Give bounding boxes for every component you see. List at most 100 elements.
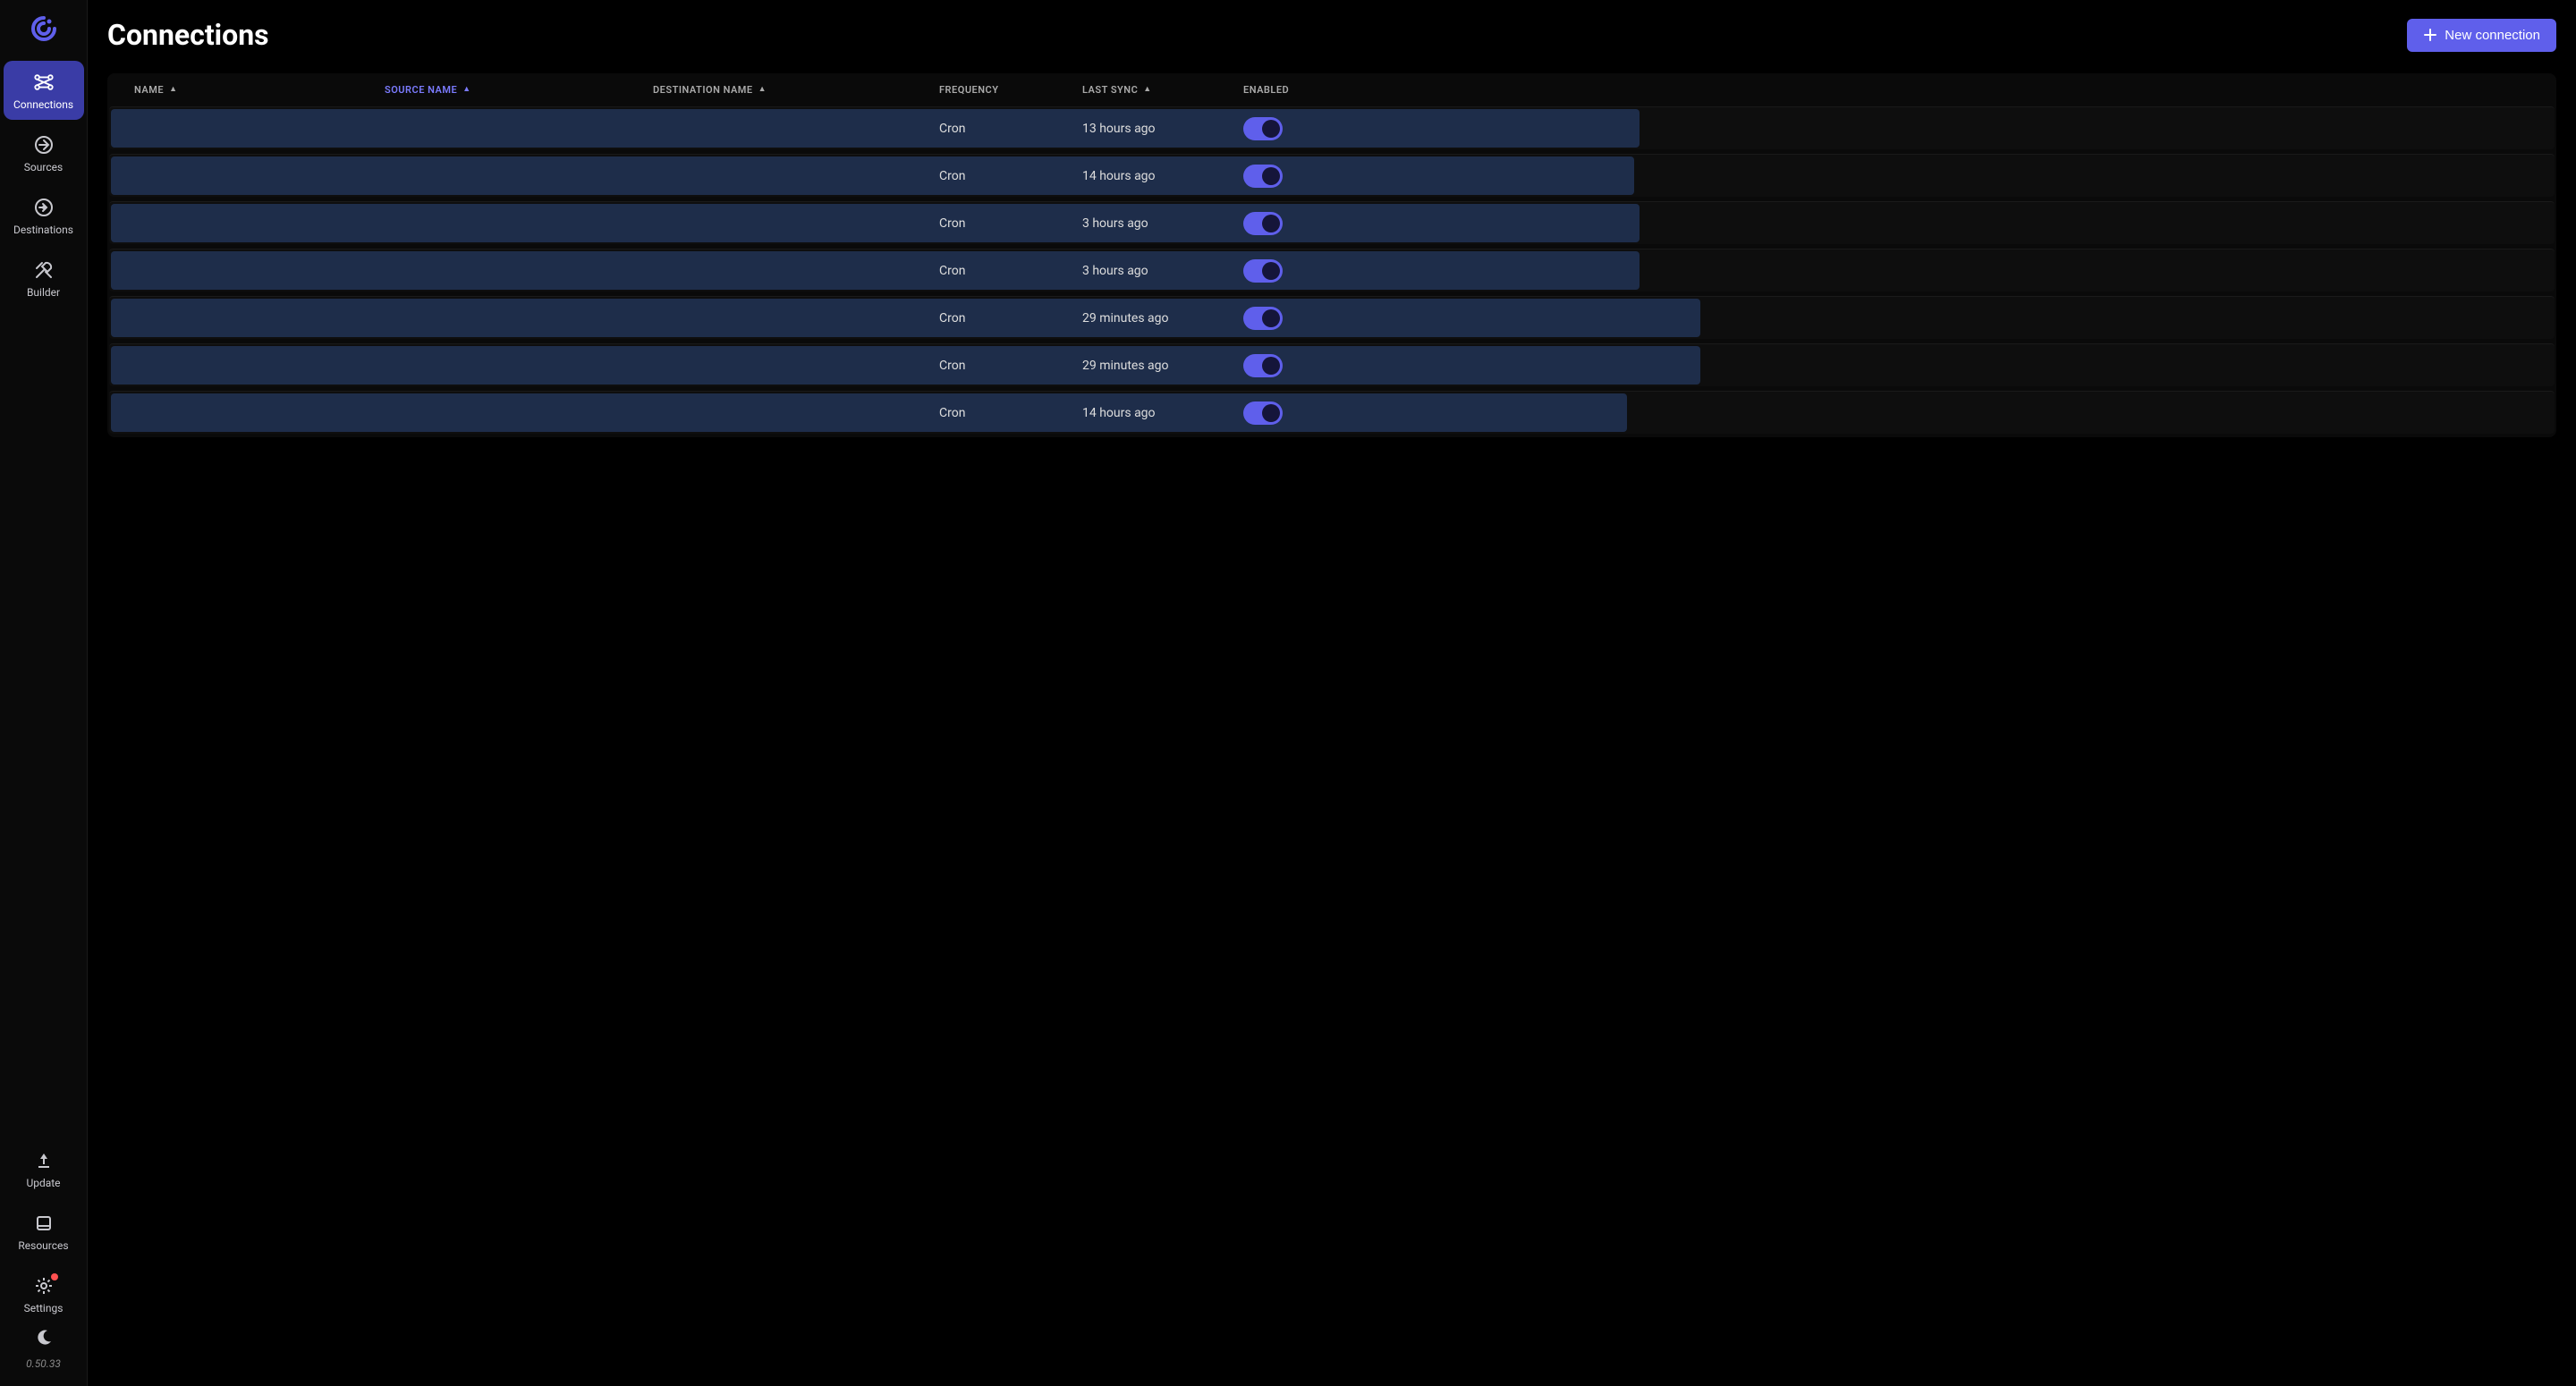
last-sync-cell: 14 hours ago (1082, 169, 1243, 183)
last-sync-cell: 3 hours ago (1082, 216, 1243, 231)
enabled-cell (1243, 354, 1351, 377)
nav-secondary: Update Resources Settings 0.50.33 (0, 1139, 87, 1386)
toggle-thumb (1262, 215, 1280, 232)
nav-label: Settings (24, 1302, 64, 1314)
logo-icon (28, 14, 60, 46)
col-name-label: Name (134, 84, 164, 96)
moon-icon (35, 1329, 53, 1347)
connections-icon (33, 72, 55, 93)
logo (26, 13, 62, 48)
col-destination-label: Destination Name (653, 84, 753, 96)
nav-label: Builder (27, 286, 60, 299)
plus-icon (2423, 28, 2437, 42)
main-content: Connections New connection Name ▲ Source… (88, 0, 2576, 1386)
last-sync-cell: 29 minutes ago (1082, 359, 1243, 373)
col-source-label: Source Name (385, 84, 457, 96)
col-last-sync[interactable]: Last Sync ▲ (1082, 84, 1243, 96)
theme-toggle[interactable] (33, 1327, 55, 1348)
last-sync-cell: 13 hours ago (1082, 122, 1243, 136)
enabled-toggle[interactable] (1243, 212, 1283, 235)
redacted-region (111, 393, 1627, 432)
table-row[interactable]: Cron14 hours ago (109, 391, 2555, 434)
nav-builder[interactable]: Builder (4, 249, 84, 308)
redacted-region (111, 156, 1634, 195)
page-header: Connections New connection (107, 18, 2556, 52)
enabled-cell (1243, 117, 1351, 140)
last-sync-cell: 29 minutes ago (1082, 311, 1243, 325)
redacted-region (111, 346, 1700, 385)
frequency-cell: Cron (939, 169, 1082, 183)
toggle-thumb (1262, 120, 1280, 138)
resources-icon (33, 1213, 55, 1234)
col-last-sync-label: Last Sync (1082, 84, 1138, 96)
toggle-thumb (1262, 357, 1280, 375)
sort-asc-icon: ▲ (758, 86, 767, 94)
col-enabled-label: Enabled (1243, 84, 1289, 96)
enabled-toggle[interactable] (1243, 259, 1283, 283)
frequency-cell: Cron (939, 359, 1082, 373)
enabled-toggle[interactable] (1243, 117, 1283, 140)
enabled-cell (1243, 259, 1351, 283)
frequency-cell: Cron (939, 122, 1082, 136)
nav-label: Connections (13, 98, 73, 111)
frequency-cell: Cron (939, 406, 1082, 420)
table-header: Name ▲ Source Name ▲ Destination Name ▲ … (107, 73, 2556, 106)
connections-table: Name ▲ Source Name ▲ Destination Name ▲ … (107, 73, 2556, 437)
enabled-toggle[interactable] (1243, 354, 1283, 377)
toggle-thumb (1262, 404, 1280, 422)
table-row[interactable]: Cron13 hours ago (109, 106, 2555, 149)
col-name[interactable]: Name ▲ (134, 84, 385, 96)
table-row[interactable]: Cron3 hours ago (109, 249, 2555, 292)
nav-update[interactable]: Update (4, 1139, 84, 1198)
new-connection-label: New connection (2445, 28, 2540, 43)
nav-destinations[interactable]: Destinations (4, 186, 84, 245)
enabled-toggle[interactable] (1243, 401, 1283, 425)
nav-primary: Connections Sources Destinations Builder (0, 61, 87, 308)
col-enabled[interactable]: Enabled (1243, 84, 1351, 96)
enabled-cell (1243, 165, 1351, 188)
nav-resources[interactable]: Resources (4, 1202, 84, 1261)
sort-asc-icon: ▲ (169, 86, 177, 94)
nav-label: Sources (24, 161, 63, 173)
enabled-cell (1243, 307, 1351, 330)
last-sync-cell: 14 hours ago (1082, 406, 1243, 420)
enabled-cell (1243, 212, 1351, 235)
new-connection-button[interactable]: New connection (2407, 19, 2556, 52)
frequency-cell: Cron (939, 264, 1082, 278)
col-destination[interactable]: Destination Name ▲ (653, 84, 939, 96)
version-label: 0.50.33 (26, 1352, 61, 1379)
redacted-region (111, 109, 1640, 148)
sort-asc-icon: ▲ (1143, 86, 1151, 94)
sort-asc-icon: ▲ (462, 86, 470, 94)
nav-label: Resources (18, 1239, 68, 1252)
table-body: Cron13 hours agoCron14 hours agoCron3 ho… (107, 106, 2556, 437)
sources-icon (33, 134, 55, 156)
redacted-region (111, 299, 1700, 337)
enabled-cell (1243, 401, 1351, 425)
table-row[interactable]: Cron29 minutes ago (109, 296, 2555, 339)
sidebar: Connections Sources Destinations Builder (0, 0, 88, 1386)
toggle-thumb (1262, 167, 1280, 185)
nav-label: Destinations (13, 224, 73, 236)
update-icon (33, 1150, 55, 1171)
enabled-toggle[interactable] (1243, 165, 1283, 188)
frequency-cell: Cron (939, 311, 1082, 325)
nav-settings[interactable]: Settings (4, 1264, 84, 1323)
col-frequency[interactable]: Frequency (939, 84, 1082, 96)
page-title: Connections (107, 18, 269, 52)
enabled-toggle[interactable] (1243, 307, 1283, 330)
nav-sources[interactable]: Sources (4, 123, 84, 182)
builder-icon (33, 259, 55, 281)
col-frequency-label: Frequency (939, 84, 999, 96)
destinations-icon (33, 197, 55, 218)
table-row[interactable]: Cron14 hours ago (109, 154, 2555, 197)
last-sync-cell: 3 hours ago (1082, 264, 1243, 278)
redacted-region (111, 204, 1640, 242)
toggle-thumb (1262, 262, 1280, 280)
nav-connections[interactable]: Connections (4, 61, 84, 120)
table-row[interactable]: Cron3 hours ago (109, 201, 2555, 244)
settings-icon (33, 1275, 55, 1297)
frequency-cell: Cron (939, 216, 1082, 231)
col-source[interactable]: Source Name ▲ (385, 84, 653, 96)
table-row[interactable]: Cron29 minutes ago (109, 343, 2555, 386)
